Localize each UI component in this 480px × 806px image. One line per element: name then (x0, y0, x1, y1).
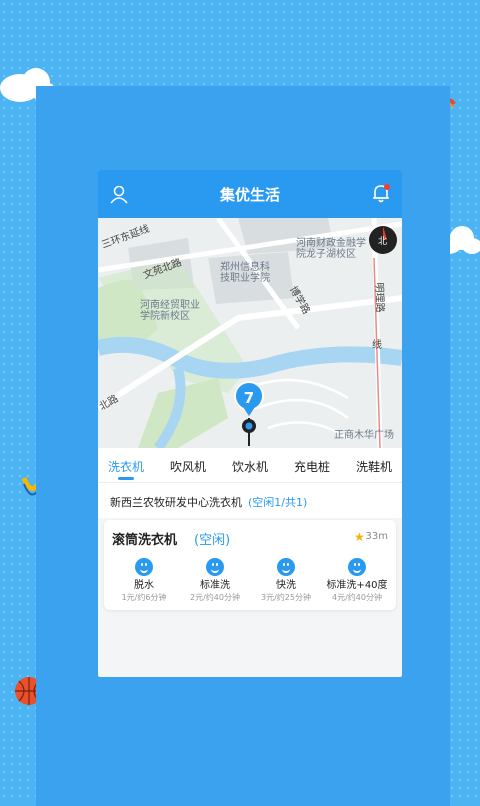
map-label-zhengshang: 正商木华广场 (334, 430, 394, 441)
tab-water-dispenser[interactable]: 饮水机 (232, 448, 268, 482)
star-icon[interactable]: ★ (354, 530, 365, 544)
mode-price: 3元/约25分钟 (261, 593, 311, 602)
mode-label: 快洗 (276, 580, 296, 591)
cluster-count: 7 (243, 389, 255, 407)
map-label-mingli-road: 明理路 (372, 282, 386, 313)
map-label-compass: 北 (378, 237, 388, 247)
mode-spin[interactable]: 脱水 1元/约6分钟 (109, 558, 179, 603)
location-bar[interactable]: 新西兰农牧研发中心洗衣机 (空闲1/共1) (98, 482, 402, 518)
smile-icon (348, 558, 366, 576)
tab-shoe-washer[interactable]: 洗鞋机 (356, 448, 392, 482)
mode-price: 1元/约6分钟 (121, 593, 167, 602)
mode-price: 2元/约40分钟 (190, 593, 240, 602)
location-name: 新西兰农牧研发中心洗衣机 (110, 496, 242, 509)
tab-charging-pile[interactable]: 充电桩 (294, 448, 330, 482)
smile-icon (277, 558, 295, 576)
machine-name: 滚筒洗衣机 (112, 533, 178, 548)
mode-standard-40[interactable]: 标准洗+40度 4元/约40分钟 (322, 558, 392, 603)
map-label-henan-finance: 河南财政金融学 院龙子湖校区 (296, 238, 366, 260)
machine-distance: 33m (365, 531, 388, 542)
phone-screen: 集优生活 三环东延线 文苑北路 郑州信息科 技职业学院 河南财政金融学 院龙子湖… (98, 170, 402, 677)
machine-status: (空闲) (194, 533, 231, 548)
mode-price: 4元/约40分钟 (332, 593, 382, 602)
smile-icon (206, 558, 224, 576)
mode-quick[interactable]: 快洗 3元/约25分钟 (251, 558, 321, 603)
tab-hair-dryer[interactable]: 吹风机 (170, 448, 206, 482)
location-status: (空闲1/共1) (248, 496, 308, 509)
mode-standard[interactable]: 标准洗 2元/约40分钟 (180, 558, 250, 603)
machine-card[interactable]: 滚筒洗衣机 (空闲) ★ 33m 脱水 1元/约6分钟 标准洗 2元/约40分钟… (104, 520, 396, 610)
mode-label: 标准洗+40度 (326, 580, 388, 591)
map-label-henan-trade: 河南经贸职业 学院新校区 (140, 300, 200, 322)
mode-label: 脱水 (134, 580, 154, 591)
app-header: 集优生活 (98, 170, 402, 218)
mode-label: 标准洗 (200, 580, 230, 591)
page-title: 集优生活 (219, 186, 280, 204)
tab-washer[interactable]: 洗衣机 (108, 448, 144, 482)
map-label-zhengzhou-it: 郑州信息科 技职业学院 (220, 262, 270, 284)
device-tabs: 洗衣机 吹风机 饮水机 充电桩 洗鞋机 (98, 448, 402, 482)
smile-icon (135, 558, 153, 576)
notification-bell-icon[interactable] (370, 182, 392, 204)
map-label-line: 线 (372, 340, 382, 351)
